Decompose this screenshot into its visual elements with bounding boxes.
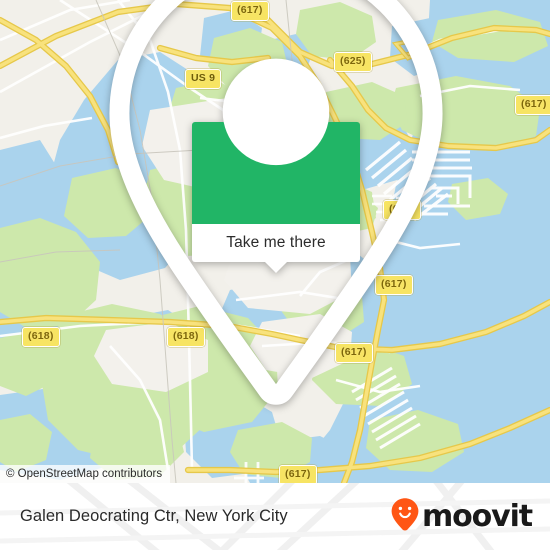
moovit-wordmark: moovit: [421, 498, 533, 534]
moovit-map-share-card: (617) (625) US 9 (617) (617) (617) (618)…: [0, 0, 550, 550]
popup-marker-panel: [109, 0, 443, 405]
map-pin-icon: [1, 0, 550, 415]
popup-pointer: [265, 262, 287, 273]
footer-bar: Galen Deocrating Ctr, New York City moov…: [0, 483, 550, 550]
moovit-smiley-pin-icon: [390, 497, 420, 536]
road-shield-617-bottom: (617): [279, 465, 317, 483]
location-popup-card[interactable]: Take me there: [109, 0, 443, 405]
map-canvas[interactable]: (617) (625) US 9 (617) (617) (617) (618)…: [0, 0, 550, 483]
map-attribution: © OpenStreetMap contributors: [0, 465, 171, 483]
moovit-logo[interactable]: moovit: [390, 497, 533, 536]
place-title: Galen Deocrating Ctr, New York City: [20, 507, 288, 525]
